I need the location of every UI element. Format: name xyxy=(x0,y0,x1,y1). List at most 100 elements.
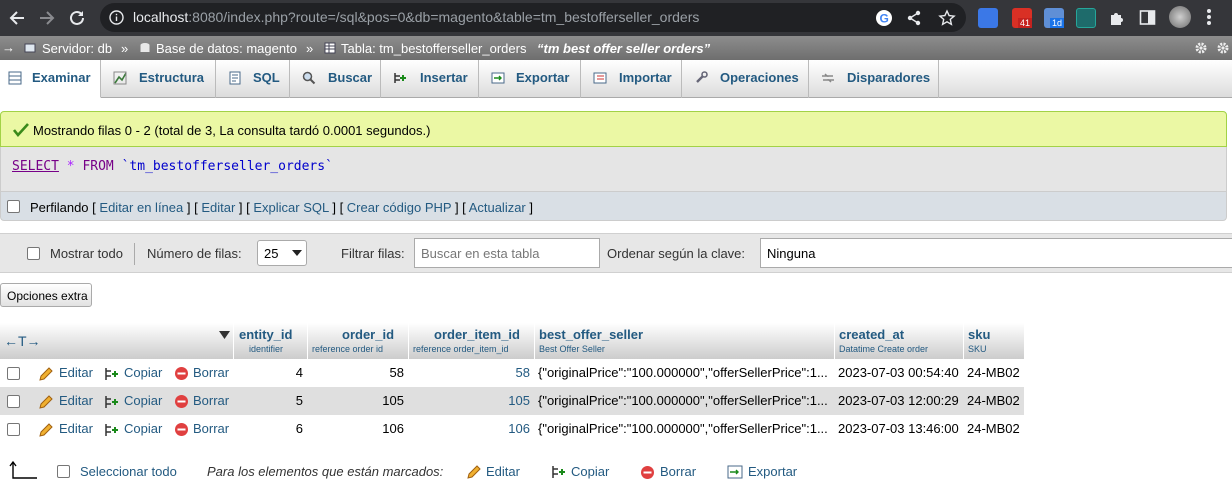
column-header[interactable]: order_item_id reference order_item_id xyxy=(408,323,534,359)
gear-icon[interactable] xyxy=(1216,41,1230,55)
row-checkbox[interactable] xyxy=(7,395,20,408)
column-header[interactable]: order_id reference order id xyxy=(307,323,408,359)
bulk-copy-button[interactable]: Copiar xyxy=(571,464,609,479)
row-checkbox[interactable] xyxy=(7,423,20,436)
cell-best-offer-seller[interactable]: {"originalPrice":"100.000000","offerSell… xyxy=(538,421,828,436)
select-all-checkbox[interactable] xyxy=(57,465,70,478)
cell-order-id[interactable]: 106 xyxy=(307,421,404,436)
row-delete-link[interactable]: Borrar xyxy=(193,393,229,408)
cell-created-at[interactable]: 2023-07-03 12:00:29 xyxy=(838,393,959,408)
tab-structure[interactable]: Estructura xyxy=(101,60,216,98)
export-icon[interactable] xyxy=(727,464,743,480)
show-all-checkbox[interactable] xyxy=(27,247,40,260)
kebab-menu-icon[interactable] xyxy=(1206,8,1212,26)
extensions-puzzle-icon[interactable] xyxy=(1108,9,1126,27)
copy-icon[interactable] xyxy=(104,394,120,410)
row-copy-link[interactable]: Copiar xyxy=(124,421,162,436)
translate-extension-icon[interactable] xyxy=(978,8,998,28)
row-edit-link[interactable]: Editar xyxy=(59,365,93,380)
cell-order-id[interactable]: 58 xyxy=(307,365,404,380)
column-header[interactable]: best_offer_seller Best Offer Seller xyxy=(534,323,834,359)
row-copy-link[interactable]: Copiar xyxy=(124,365,162,380)
address-bar[interactable]: localhost:8080/index.php?route=/sql&pos=… xyxy=(100,3,966,32)
info-icon[interactable] xyxy=(109,10,124,25)
delete-icon[interactable] xyxy=(174,366,189,381)
tab-search[interactable]: Buscar xyxy=(290,60,381,98)
breadcrumb-table[interactable]: Tabla: tm_bestofferseller_orders xyxy=(341,41,526,56)
column-resize-arrows-icon[interactable]: ←T→ xyxy=(4,333,41,349)
extra-options-button[interactable]: Opciones extra xyxy=(0,283,92,307)
back-icon[interactable] xyxy=(6,7,28,29)
cell-sku[interactable]: 24-MB02 xyxy=(967,365,1020,380)
cell-order-id[interactable]: 105 xyxy=(307,393,404,408)
cell-best-offer-seller[interactable]: {"originalPrice":"100.000000","offerSell… xyxy=(538,365,828,380)
pencil-icon[interactable] xyxy=(38,422,54,438)
cell-best-offer-seller[interactable]: {"originalPrice":"100.000000","offerSell… xyxy=(538,393,828,408)
tab-import[interactable]: Importar xyxy=(581,60,682,98)
edit-inline-link[interactable]: Editar en línea xyxy=(99,200,183,215)
explain-sql-link[interactable]: Explicar SQL xyxy=(253,200,328,215)
row-checkbox[interactable] xyxy=(7,367,20,380)
gear-icon[interactable] xyxy=(1194,41,1208,55)
cell-sku[interactable]: 24-MB02 xyxy=(967,393,1020,408)
cell-created-at[interactable]: 2023-07-03 00:54:40 xyxy=(838,365,959,380)
copy-icon[interactable] xyxy=(551,464,567,480)
pencil-icon[interactable] xyxy=(38,366,54,382)
sort-dropdown-icon[interactable] xyxy=(219,331,230,339)
cell-order-item-id[interactable]: 106 xyxy=(408,421,530,436)
cell-created-at[interactable]: 2023-07-03 13:46:00 xyxy=(838,421,959,436)
tab-export[interactable]: Exportar xyxy=(479,60,581,98)
row-delete-link[interactable]: Borrar xyxy=(193,421,229,436)
rows-select[interactable]: 25 xyxy=(257,240,307,266)
bulk-edit-button[interactable]: Editar xyxy=(486,464,520,479)
edit-link[interactable]: Editar xyxy=(201,200,235,215)
pencil-icon[interactable] xyxy=(38,394,54,410)
mail-extension-icon[interactable]: 41 xyxy=(1012,8,1033,28)
profiling-checkbox[interactable] xyxy=(7,200,20,213)
bookmark-star-icon[interactable] xyxy=(938,9,956,27)
tab-triggers[interactable]: Disparadores xyxy=(809,60,939,98)
reload-icon[interactable] xyxy=(66,7,88,29)
n-extension-icon[interactable] xyxy=(1076,8,1096,28)
column-header[interactable]: entity_id identifier xyxy=(233,323,297,359)
cell-entity-id[interactable]: 4 xyxy=(233,365,303,380)
refresh-link[interactable]: Actualizar xyxy=(469,200,526,215)
cell-entity-id[interactable]: 6 xyxy=(233,421,303,436)
cell-entity-id[interactable]: 5 xyxy=(233,393,303,408)
tab-browse[interactable]: Examinar xyxy=(0,60,101,98)
row-edit-link[interactable]: Editar xyxy=(59,393,93,408)
forward-icon[interactable] xyxy=(36,7,58,29)
tab-insert[interactable]: Insertar xyxy=(381,60,479,98)
google-icon[interactable]: G xyxy=(875,9,893,27)
copy-icon[interactable] xyxy=(104,366,120,382)
bulk-export-button[interactable]: Exportar xyxy=(748,464,797,479)
copy-icon[interactable] xyxy=(104,422,120,438)
row-delete-link[interactable]: Borrar xyxy=(193,365,229,380)
sql-query-box[interactable]: SELECT * FROM `tm_bestofferseller_orders… xyxy=(0,147,1227,191)
delete-icon[interactable] xyxy=(174,422,189,437)
row-edit-link[interactable]: Editar xyxy=(59,421,93,436)
show-all-label[interactable]: Mostrar todo xyxy=(50,246,123,261)
delete-icon[interactable] xyxy=(640,465,655,480)
column-header[interactable]: created_at Datatime Create order xyxy=(834,323,963,359)
tab-sql[interactable]: SQL xyxy=(216,60,290,98)
sql-query[interactable]: SELECT * FROM `tm_bestofferseller_orders… xyxy=(12,159,333,174)
sql-keyword-select[interactable]: SELECT xyxy=(12,159,59,174)
collapse-arrow-icon[interactable]: → xyxy=(2,40,15,55)
select-all-link[interactable]: Seleccionar todo xyxy=(80,464,177,479)
bulk-delete-button[interactable]: Borrar xyxy=(660,464,696,479)
sidepanel-icon[interactable] xyxy=(1139,9,1156,26)
delete-icon[interactable] xyxy=(174,394,189,409)
cell-order-item-id[interactable]: 105 xyxy=(408,393,530,408)
share-icon[interactable] xyxy=(906,10,922,26)
tab-operations[interactable]: Operaciones xyxy=(682,60,809,98)
create-php-link[interactable]: Crear código PHP xyxy=(347,200,452,215)
breadcrumb-server[interactable]: Servidor: db xyxy=(42,41,112,56)
profile-avatar[interactable] xyxy=(1169,6,1191,28)
sort-key-select[interactable]: Ninguna xyxy=(760,238,1232,268)
row-copy-link[interactable]: Copiar xyxy=(124,393,162,408)
column-header[interactable]: sku SKU xyxy=(963,323,1024,359)
cell-order-item-id[interactable]: 58 xyxy=(408,365,530,380)
filter-input[interactable]: Buscar en esta tabla xyxy=(414,238,600,268)
cell-sku[interactable]: 24-MB02 xyxy=(967,421,1020,436)
